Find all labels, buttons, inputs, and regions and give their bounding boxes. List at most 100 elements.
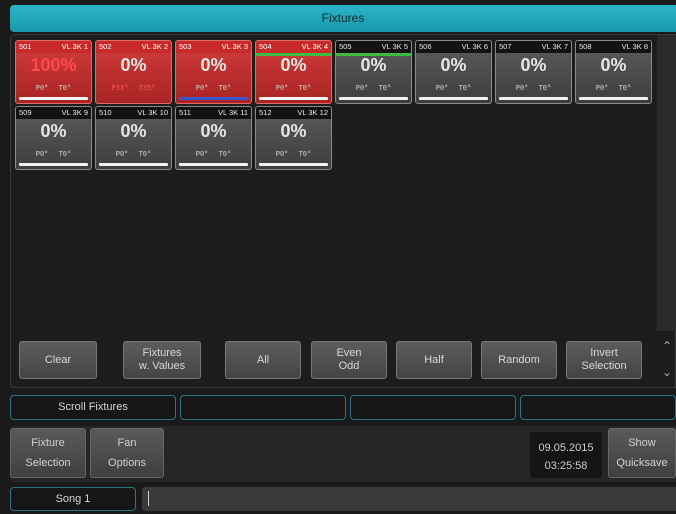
fixture-status-bar [19, 97, 88, 100]
scroll-fixtures-button[interactable]: Scroll Fixtures [10, 395, 176, 420]
fixture-pan-tilt: P0° T0° [195, 84, 232, 92]
fixture-name: VL 3K 1 [61, 42, 88, 51]
fixture-header: 503 VL 3K 3 [176, 41, 251, 53]
fixtures-with-values-button[interactable]: Fixtures w. Values [123, 341, 201, 379]
fixture-tile[interactable]: 510 VL 3K 10 0% P0° T0° [95, 106, 172, 170]
fixture-header: 510 VL 3K 10 [96, 107, 171, 119]
fixture-number: 503 [179, 42, 192, 51]
fixture-grid: 501 VL 3K 1 100% P0° T0° 502 VL 3K 2 0% P33° T3… [15, 40, 657, 330]
fixture-pan-tilt: P33° T35° [111, 84, 156, 92]
half-button[interactable]: Half [396, 341, 472, 379]
text-caret [148, 491, 149, 506]
fixture-status-bar [339, 97, 408, 100]
fixture-intensity: 0% [600, 55, 627, 75]
command-line-input[interactable] [142, 487, 676, 511]
fixture-tile[interactable]: 502 VL 3K 2 0% P33° T35° [95, 40, 172, 104]
show-quicksave-button[interactable]: Show Quicksave [608, 428, 676, 478]
fixture-name: VL 3K 2 [141, 42, 168, 51]
fixture-header: 501 VL 3K 1 [16, 41, 91, 53]
all-button[interactable]: All [225, 341, 301, 379]
chevron-up-icon[interactable]: ⌃ [657, 333, 676, 359]
command-slot-4[interactable] [520, 395, 676, 420]
fixture-name: VL 3K 10 [137, 108, 168, 117]
fixture-tile[interactable]: 503 VL 3K 3 0% P0° T0° [175, 40, 252, 104]
fixture-name: VL 3K 4 [301, 42, 328, 51]
fixture-status-bar [179, 97, 248, 100]
fixture-tile[interactable]: 505 VL 3K 5 0% P0° T0° [335, 40, 412, 104]
fixture-intensity: 0% [120, 121, 147, 141]
fixture-status-bar [579, 97, 648, 100]
fixture-status-bar [259, 163, 328, 166]
fixture-name: VL 3K 6 [461, 42, 488, 51]
fixture-status-bar [179, 163, 248, 166]
fixture-number: 511 [179, 108, 191, 117]
fixtures-panel: 501 VL 3K 1 100% P0° T0° 502 VL 3K 2 0% P33° T3… [10, 34, 676, 388]
fixture-pan-tilt: P0° T0° [275, 84, 312, 92]
fixture-tile[interactable]: 506 VL 3K 6 0% P0° T0° [415, 40, 492, 104]
fixture-name: VL 3K 8 [621, 42, 648, 51]
fixture-tile[interactable]: 508 VL 3K 8 0% P0° T0° [575, 40, 652, 104]
fixture-selection-button[interactable]: Fixture Selection [10, 428, 86, 478]
fixture-pan-tilt: P0° T0° [435, 84, 472, 92]
fixture-header: 506 VL 3K 6 [416, 41, 491, 53]
fixture-pan-tilt: P0° T0° [35, 150, 72, 158]
grid-scrollbar[interactable] [657, 35, 676, 331]
fixture-name: VL 3K 11 [217, 108, 248, 117]
command-slot-3[interactable] [350, 395, 516, 420]
clear-button[interactable]: Clear [19, 341, 97, 379]
fixture-number: 507 [499, 42, 512, 51]
fixture-intensity: 0% [280, 121, 307, 141]
fixture-name: VL 3K 7 [541, 42, 568, 51]
fixture-header: 512 VL 3K 12 [256, 107, 331, 119]
fixture-intensity: 100% [30, 55, 77, 75]
fixture-name: VL 3K 3 [221, 42, 248, 51]
fan-options-button[interactable]: Fan Options [90, 428, 164, 478]
command-slot-2[interactable] [180, 395, 346, 420]
fixture-tile[interactable]: 504 VL 3K 4 0% P0° T0° [255, 40, 332, 104]
fixture-tile[interactable]: 501 VL 3K 1 100% P0° T0° [15, 40, 92, 104]
date-text: 09.05.2015 [538, 442, 594, 454]
selection-button-row: Clear Fixtures w. Values All Even Odd Half… [17, 341, 657, 381]
fixture-pan-tilt: P0° T0° [195, 150, 232, 158]
fixture-header: 507 VL 3K 7 [496, 41, 571, 53]
fixture-status-bar [19, 163, 88, 166]
fixture-pan-tilt: P0° T0° [595, 84, 632, 92]
fixture-name: VL 3K 9 [61, 108, 88, 117]
clock-display: 09.05.2015 03:25:58 [530, 432, 602, 478]
chevron-down-icon[interactable]: ⌄ [657, 359, 676, 385]
fixture-pan-tilt: P0° T0° [35, 84, 72, 92]
fixture-status-bar [499, 97, 568, 100]
fixture-name: VL 3K 12 [297, 108, 328, 117]
fixture-tile[interactable]: 507 VL 3K 7 0% P0° T0° [495, 40, 572, 104]
fixture-status-bar [419, 97, 488, 100]
fixture-intensity: 0% [360, 55, 387, 75]
fixture-intensity: 0% [120, 55, 147, 75]
fixture-tile[interactable]: 512 VL 3K 12 0% P0° T0° [255, 106, 332, 170]
scroll-arrows: ⌃ ⌄ [657, 333, 676, 385]
fixture-header: 505 VL 3K 5 [336, 41, 411, 53]
even-odd-button[interactable]: Even Odd [311, 341, 387, 379]
fixture-number: 508 [579, 42, 592, 51]
random-button[interactable]: Random [481, 341, 557, 379]
window-title: Fixtures [10, 5, 676, 32]
fixture-header: 508 VL 3K 8 [576, 41, 651, 53]
fixture-number: 512 [259, 108, 272, 117]
fixture-number: 502 [99, 42, 112, 51]
fixture-number: 504 [259, 42, 272, 51]
song-selector[interactable]: Song 1 [10, 487, 136, 511]
fixture-tile[interactable]: 511 VL 3K 11 0% P0° T0° [175, 106, 252, 170]
fixture-number: 509 [19, 108, 32, 117]
invert-selection-button[interactable]: Invert Selection [566, 341, 642, 379]
fixture-number: 510 [99, 108, 112, 117]
fixture-pan-tilt: P0° T0° [355, 84, 392, 92]
fixture-pan-tilt: P0° T0° [275, 150, 312, 158]
fixture-header: 509 VL 3K 9 [16, 107, 91, 119]
fixture-header: 504 VL 3K 4 [256, 41, 331, 53]
fixture-status-bar [99, 163, 168, 166]
fixture-intensity: 0% [280, 55, 307, 75]
fixture-header: 502 VL 3K 2 [96, 41, 171, 53]
fixture-intensity: 0% [200, 121, 227, 141]
fixture-intensity: 0% [40, 121, 67, 141]
fixture-tile[interactable]: 509 VL 3K 9 0% P0° T0° [15, 106, 92, 170]
fixture-pan-tilt: P0° T0° [115, 150, 152, 158]
